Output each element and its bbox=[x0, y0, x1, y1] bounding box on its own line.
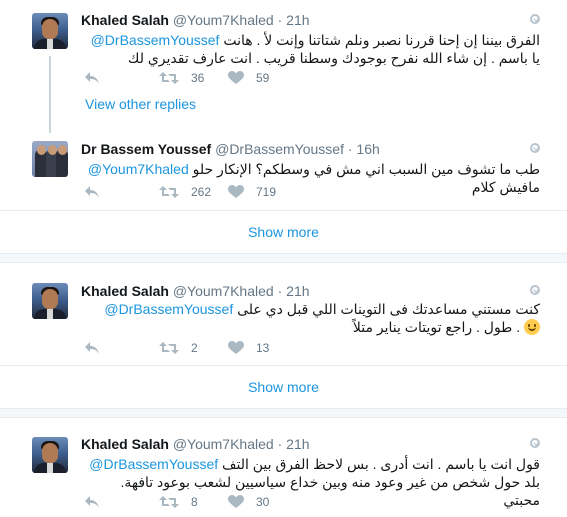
show-more-link[interactable]: Show more bbox=[0, 379, 567, 395]
like-count: 30 bbox=[256, 495, 270, 509]
author-name[interactable]: Khaled Salah bbox=[81, 283, 169, 299]
divider bbox=[0, 365, 567, 366]
heart-icon bbox=[228, 71, 244, 84]
reply-icon bbox=[85, 186, 99, 198]
retweet-button[interactable]: 8 bbox=[159, 495, 198, 509]
author-name[interactable]: Khaled Salah bbox=[81, 436, 169, 452]
reply-icon bbox=[85, 72, 99, 84]
like-count: 13 bbox=[256, 341, 270, 355]
author-handle[interactable]: @Youm7Khaled bbox=[173, 436, 274, 452]
mention-link[interactable]: @DrBassemYoussef bbox=[91, 32, 220, 48]
avatar-khaled-salah[interactable] bbox=[32, 437, 68, 473]
separator-dot: · bbox=[277, 12, 283, 28]
heart-icon bbox=[228, 341, 244, 354]
retweet-count: 2 bbox=[191, 341, 198, 355]
mention-link[interactable]: @Youm7Khaled bbox=[88, 161, 189, 177]
reply-button[interactable] bbox=[84, 185, 100, 199]
divider bbox=[0, 210, 567, 211]
author-handle[interactable]: @Youm7Khaled bbox=[173, 283, 274, 299]
retweet-button[interactable]: 36 bbox=[159, 71, 204, 85]
heart-icon bbox=[228, 495, 244, 508]
author-handle[interactable]: @DrBassemYoussef bbox=[215, 141, 344, 157]
conversation-gap bbox=[0, 253, 567, 263]
retweet-button[interactable]: 262 bbox=[159, 185, 211, 199]
like-button[interactable]: 719 bbox=[228, 185, 276, 199]
like-count: 59 bbox=[256, 71, 270, 85]
tweet-header: Khaled Salah @Youm7Khaled · 21h bbox=[81, 12, 310, 28]
like-count: 719 bbox=[256, 185, 277, 199]
view-other-replies-link[interactable]: View other replies bbox=[85, 96, 196, 112]
chevron-down-icon[interactable] bbox=[530, 285, 540, 295]
show-more-link[interactable]: Show more bbox=[0, 224, 567, 240]
timestamp[interactable]: 16h bbox=[356, 141, 379, 157]
reply-icon bbox=[85, 496, 99, 508]
chevron-down-icon[interactable] bbox=[530, 143, 540, 153]
author-name[interactable]: Khaled Salah bbox=[81, 12, 169, 28]
mention-link[interactable]: @DrBassemYoussef bbox=[89, 456, 218, 472]
chevron-down-icon[interactable] bbox=[530, 14, 540, 24]
like-button[interactable]: 13 bbox=[228, 341, 269, 355]
separator-dot: · bbox=[347, 141, 353, 157]
retweet-icon bbox=[159, 72, 179, 84]
like-button[interactable]: 30 bbox=[228, 495, 269, 509]
author-name[interactable]: Dr Bassem Youssef bbox=[81, 141, 211, 157]
retweet-count: 262 bbox=[191, 185, 212, 199]
retweet-icon bbox=[159, 496, 179, 508]
conversation-gap bbox=[0, 408, 567, 418]
chevron-down-icon[interactable] bbox=[530, 438, 540, 448]
tweet-text: @Youm7Khaled طب ما تشوف مين السبب اني مش… bbox=[82, 160, 540, 196]
tweet-text: @DrBassemYoussef قول انت يا باسم . انت أ… bbox=[82, 455, 540, 509]
avatar-bassem-youssef[interactable] bbox=[32, 141, 68, 177]
timestamp[interactable]: 21h bbox=[286, 436, 309, 452]
reply-button[interactable] bbox=[84, 71, 100, 85]
smiling-face-emoji bbox=[524, 319, 540, 335]
tweet-text: @DrBassemYoussef الفرق بيننا إن إحنا قرر… bbox=[82, 31, 540, 67]
tweet-header: Dr Bassem Youssef @DrBassemYoussef · 16h bbox=[81, 141, 380, 157]
heart-icon bbox=[228, 185, 244, 198]
tweet-text: @DrBassemYoussef كنت مستني مساعدتك فى ال… bbox=[82, 300, 540, 336]
retweet-icon bbox=[159, 186, 179, 198]
thread-connector-line bbox=[49, 56, 51, 133]
like-button[interactable]: 59 bbox=[228, 71, 269, 85]
author-handle[interactable]: @Youm7Khaled bbox=[173, 12, 274, 28]
retweet-icon bbox=[159, 342, 179, 354]
timestamp[interactable]: 21h bbox=[286, 12, 309, 28]
reply-button[interactable] bbox=[84, 495, 100, 509]
reply-button[interactable] bbox=[84, 341, 100, 355]
reply-icon bbox=[85, 342, 99, 354]
retweet-count: 36 bbox=[191, 71, 205, 85]
tweet-header: Khaled Salah @Youm7Khaled · 21h bbox=[81, 436, 310, 452]
separator-dot: · bbox=[277, 436, 283, 452]
retweet-count: 8 bbox=[191, 495, 198, 509]
retweet-button[interactable]: 2 bbox=[159, 341, 198, 355]
tweet-header: Khaled Salah @Youm7Khaled · 21h bbox=[81, 283, 310, 299]
separator-dot: · bbox=[277, 283, 283, 299]
tweet-text-content: كنت مستني مساعدتك فى التوينات اللي قبل د… bbox=[237, 301, 540, 335]
timestamp[interactable]: 21h bbox=[286, 283, 309, 299]
avatar-khaled-salah[interactable] bbox=[32, 283, 68, 319]
mention-link[interactable]: @DrBassemYoussef bbox=[104, 301, 233, 317]
avatar-khaled-salah[interactable] bbox=[32, 13, 68, 49]
